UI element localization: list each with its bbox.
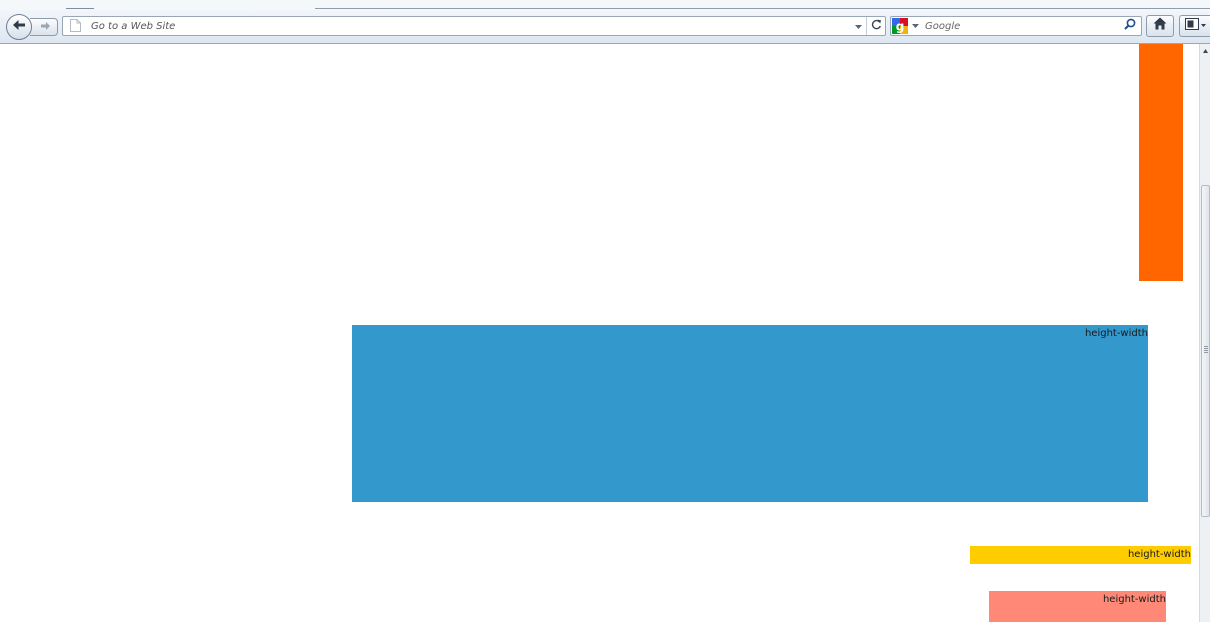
vertical-scrollbar[interactable] — [1199, 44, 1210, 622]
address-input[interactable] — [91, 17, 831, 35]
page-content: height-width height-width height-width — [0, 44, 1199, 622]
yellow-box: height-width — [970, 546, 1191, 564]
bookmarks-button[interactable] — [1179, 15, 1210, 37]
tab-edge — [66, 8, 94, 9]
chevron-down-icon — [912, 23, 919, 29]
search-go-button[interactable] — [1121, 18, 1139, 34]
bookmarks-icon — [1185, 17, 1199, 35]
home-button[interactable] — [1146, 15, 1174, 37]
search-bar[interactable]: g — [890, 16, 1142, 36]
back-forward-group — [6, 14, 58, 40]
blue-box: height-width — [352, 325, 1148, 502]
scroll-up-button[interactable] — [1200, 44, 1210, 58]
reload-icon — [871, 17, 882, 35]
chevron-down-icon — [1201, 24, 1206, 28]
magnifier-icon — [1124, 17, 1136, 35]
salmon-box: height-width — [989, 591, 1166, 622]
orange-box — [1139, 44, 1183, 281]
chevron-down-icon[interactable] — [853, 22, 863, 32]
blank-page-icon — [70, 19, 81, 32]
home-icon — [1153, 17, 1167, 35]
arrow-left-icon — [12, 18, 26, 36]
reload-button[interactable] — [866, 17, 886, 35]
browser-window: g — [0, 0, 1210, 622]
address-bar[interactable] — [62, 16, 886, 36]
google-logo-icon: g — [892, 18, 908, 34]
back-button[interactable] — [6, 14, 32, 40]
box-label: height-width — [1084, 328, 1148, 339]
scrollbar-thumb[interactable] — [1201, 185, 1210, 517]
box-label: height-width — [1127, 549, 1191, 560]
grip-icon — [1204, 346, 1208, 353]
search-engine-button[interactable]: g — [892, 18, 922, 34]
tab-edge — [315, 8, 1210, 9]
forward-button[interactable] — [30, 18, 58, 36]
search-input[interactable] — [925, 17, 1115, 35]
svg-text:g: g — [896, 20, 905, 34]
arrow-right-icon — [40, 18, 51, 36]
navigation-toolbar: g — [0, 10, 1210, 44]
box-label: height-width — [1102, 594, 1166, 605]
